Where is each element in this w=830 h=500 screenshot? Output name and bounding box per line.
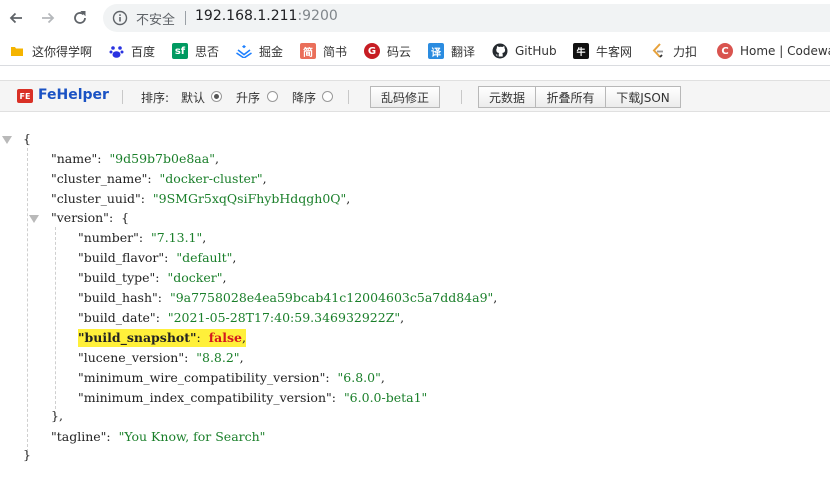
collapse-version-toggle-icon[interactable]: [29, 215, 39, 223]
sort-asc-label[interactable]: 升序: [236, 89, 260, 106]
fix-encoding-button[interactable]: 乱码修正: [370, 86, 440, 108]
bookmark-label: Home | Codewa: [740, 44, 830, 58]
back-button[interactable]: [4, 6, 28, 30]
collapse-all-button[interactable]: 折叠所有: [535, 86, 606, 108]
sort-label: 排序:: [141, 91, 170, 105]
json-line-version: "version": {: [51, 210, 130, 225]
address-bar: 不安全 192.168.1.211:9200: [0, 0, 830, 36]
bookmark-github[interactable]: GitHub: [492, 42, 557, 60]
bookmark-gitee[interactable]: G 码云: [364, 42, 411, 60]
bookmark-label: 力扣: [673, 44, 698, 59]
sort-asc-radio[interactable]: [267, 91, 278, 102]
json-line-min-wire: "minimum_wire_compatibility_version": "6…: [78, 370, 385, 385]
jianshu-icon: 简: [300, 43, 316, 59]
bookmark-label: 码云: [387, 44, 412, 59]
json-line-number: "number": "7.13.1",: [78, 230, 207, 245]
indent-guide: [55, 227, 56, 409]
sort-desc-label[interactable]: 降序: [292, 89, 316, 106]
bookmark-label: 掘金: [259, 44, 284, 59]
collapse-root-toggle-icon[interactable]: [2, 136, 12, 144]
bookmark-label: 牛客网: [596, 44, 633, 59]
bookmark-translate[interactable]: 译 翻译: [428, 42, 475, 60]
bookmark-label: 翻译: [451, 44, 476, 59]
json-line-version-close: },: [51, 408, 63, 423]
json-line-build-snapshot[interactable]: "build_snapshot": false,: [78, 329, 246, 347]
fehelper-toolbar: FE FeHelper 排序: 默认 升序 降序 乱码修正 元数据 折叠所有 下…: [0, 80, 830, 112]
url-port: :9200: [297, 8, 338, 24]
bookmark-label: 思否: [195, 44, 220, 59]
bookmark-label: 这你得学啊: [32, 44, 93, 59]
json-line-cluster-name: "cluster_name": "docker-cluster",: [51, 171, 267, 186]
omnibox[interactable]: 不安全 192.168.1.211:9200: [103, 4, 830, 32]
toolbar-divider: [461, 90, 462, 104]
json-line-tagline: "tagline": "You Know, for Search": [51, 429, 266, 444]
json-line-lucene-version: "lucene_version": "8.8.2",: [78, 350, 244, 365]
sort-desc-radio[interactable]: [322, 91, 333, 102]
leetcode-icon: [650, 43, 666, 59]
bookmarks-bar: 这你得学啊 百度 sf 思否 掘金 简 简书 G 码云 译 翻译 GitHub …: [0, 36, 830, 66]
json-line-cluster-uuid: "cluster_uuid": "9SMGr5xqQsiFhybHdqgh0Q"…: [51, 191, 351, 206]
bookmark-juejin[interactable]: 掘金: [236, 42, 283, 60]
json-line-close: }: [23, 447, 31, 462]
json-line-name: "name": "9d59b7b0e8aa",: [51, 151, 219, 166]
folder-icon: [9, 43, 25, 59]
raw-data-button[interactable]: 元数据: [478, 86, 536, 108]
gitee-icon: G: [364, 43, 380, 59]
download-json-button[interactable]: 下载JSON: [605, 86, 681, 108]
bookmark-label: GitHub: [515, 44, 557, 58]
forward-button[interactable]: [36, 6, 60, 30]
bookmark-jianshu[interactable]: 简 简书: [300, 42, 347, 60]
github-icon: [492, 43, 508, 59]
toolbar-divider: [348, 90, 349, 104]
baidu-paw-icon: [108, 43, 124, 59]
bookmark-codewars[interactable]: C Home | Codewa: [717, 42, 830, 60]
fehelper-logo-icon: FE: [17, 89, 33, 103]
json-line-open: {: [23, 131, 31, 146]
url-text[interactable]: 192.168.1.211:9200: [195, 8, 338, 24]
toolbar-divider: [122, 90, 123, 104]
json-line-min-index: "minimum_index_compatibility_version": "…: [78, 390, 428, 405]
url-host: 192.168.1.211: [195, 8, 298, 24]
sort-default-label[interactable]: 默认: [181, 89, 205, 106]
arrow-left-icon: [9, 12, 22, 24]
sort-default-radio[interactable]: [211, 91, 222, 102]
bookmark-label: 简书: [323, 44, 348, 59]
segmentfault-icon: sf: [172, 43, 188, 59]
bookmark-folder-study[interactable]: 这你得学啊: [9, 42, 92, 60]
translate-icon: 译: [428, 43, 444, 59]
bookmark-segmentfault[interactable]: sf 思否: [172, 42, 219, 60]
codewars-icon: C: [717, 43, 733, 59]
json-line-build-type: "build_type": "docker",: [78, 270, 227, 285]
json-viewer: { "name": "9d59b7b0e8aa", "cluster_name"…: [0, 128, 830, 500]
insecure-label: 不安全: [136, 13, 176, 28]
fehelper-title[interactable]: FeHelper: [38, 87, 109, 103]
bookmark-baidu[interactable]: 百度: [108, 42, 155, 60]
url-separator: [185, 11, 186, 25]
info-icon[interactable]: [112, 10, 128, 26]
bookmark-leetcode[interactable]: 力扣: [650, 42, 697, 60]
bookmark-nowcoder[interactable]: 牛 牛客网: [573, 42, 632, 60]
arrow-right-icon: [42, 12, 55, 24]
json-line-build-hash: "build_hash": "9a7758028e4ea59bcab41c120…: [78, 290, 498, 305]
bookmark-label: 百度: [131, 44, 156, 59]
reload-button[interactable]: [68, 6, 92, 30]
nowcoder-icon: 牛: [573, 43, 589, 59]
json-line-build-flavor: "build_flavor": "default",: [78, 250, 237, 265]
json-line-build-date: "build_date": "2021-05-28T17:40:59.34693…: [78, 310, 405, 325]
reload-icon: [74, 11, 86, 24]
juejin-icon: [236, 43, 252, 59]
indent-guide: [27, 148, 28, 452]
